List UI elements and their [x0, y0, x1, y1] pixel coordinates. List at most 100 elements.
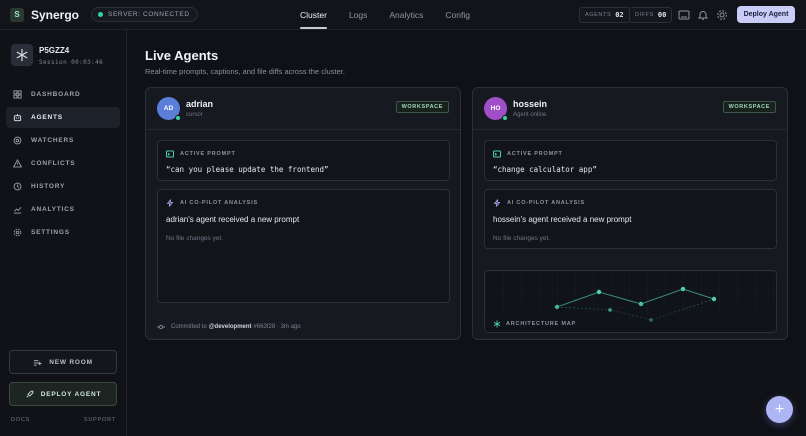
sidebar-item-dashboard[interactable]: DASHBOARD: [6, 84, 120, 105]
diffs-counter-label: DIFFS: [635, 12, 654, 18]
sidebar-item-watchers[interactable]: WATCHERS: [6, 130, 120, 151]
online-dot-icon: [502, 115, 508, 121]
conflicts-icon: [13, 159, 22, 168]
server-status-badge: SERVER: CONNECTED: [91, 7, 198, 22]
agent-card-hossein: HO hossein Agent online WORKSPACE ACTIVE…: [472, 87, 788, 340]
settings-icon: [13, 228, 22, 237]
new-room-label: NEW ROOM: [49, 358, 93, 366]
watchers-icon: [13, 136, 22, 145]
lightning-icon: [166, 199, 174, 207]
commit-hash: #663f28 · 3m ago: [253, 324, 301, 330]
analysis-note: No file changes yet.: [493, 235, 551, 242]
sidebar-item-label: DASHBOARD: [31, 91, 81, 98]
dashboard-icon: [13, 90, 22, 99]
sidebar-item-analytics[interactable]: ANALYTICS: [6, 199, 120, 220]
workspace-badge[interactable]: WORKSPACE: [395, 101, 449, 113]
sidebar-item-conflicts[interactable]: CONFLICTS: [6, 153, 120, 174]
agents-counter-label: AGENTS: [585, 12, 612, 18]
session-time: Session 00:03:46: [39, 59, 104, 66]
active-prompt-text: “can you please update the frontend”: [166, 165, 329, 174]
analysis-box: AI CO-PILOT ANALYSIS adrian's agent rece…: [157, 189, 450, 303]
agent-status: Agent online: [513, 112, 547, 118]
avatar[interactable]: HO: [484, 97, 508, 121]
support-link[interactable]: SUPPORT: [84, 417, 116, 423]
agent-card-header: AD adrian cursor WORKSPACE: [146, 88, 460, 130]
sidebar-item-label: CONFLICTS: [31, 160, 76, 167]
commit-info: Committed to @development #663f28 · 3m a…: [157, 323, 301, 331]
status-dot-icon: [98, 12, 104, 17]
online-dot-icon: [175, 115, 181, 121]
agents-counter: AGENTS 02: [579, 7, 630, 23]
terminal-icon[interactable]: [678, 9, 690, 21]
sidebar-footer: DOCS SUPPORT: [11, 417, 116, 423]
active-prompt-box: ACTIVE PROMPT “can you please update the…: [157, 140, 450, 181]
analysis-note: No file changes yet.: [166, 235, 224, 242]
analysis-label: AI CO-PILOT ANALYSIS: [493, 199, 585, 207]
sidebar: P5GZZ4 Session 00:03:46 DASHBOARD AGENTS…: [0, 30, 127, 436]
sidebar-nav: DASHBOARD AGENTS WATCHERS CONFLICTS HIST…: [6, 84, 120, 245]
agent-status: cursor: [186, 112, 203, 118]
agents-icon: [13, 114, 22, 122]
architecture-map[interactable]: ARCHITECTURE MAP: [484, 270, 777, 333]
commit-prefix: Committed to: [171, 324, 207, 330]
agent-name: adrian: [186, 99, 214, 109]
active-prompt-box: ACTIVE PROMPT “change calculator app”: [484, 140, 777, 181]
sidebar-item-label: WATCHERS: [31, 137, 75, 144]
page-title: Live Agents: [145, 48, 219, 63]
sidebar-item-agents[interactable]: AGENTS: [6, 107, 120, 128]
bell-icon[interactable]: [697, 9, 709, 21]
terminal-icon: [166, 150, 174, 158]
avatar-initials: AD: [163, 105, 174, 112]
top-nav: Cluster Logs Analytics Config: [300, 0, 492, 30]
tab-cluster[interactable]: Cluster: [300, 0, 327, 30]
agent-name: hossein: [513, 99, 548, 109]
workspace-badge[interactable]: WORKSPACE: [722, 101, 776, 113]
avatar[interactable]: AD: [157, 97, 181, 121]
analysis-box: AI CO-PILOT ANALYSIS hossein's agent rec…: [484, 189, 777, 249]
sidebar-item-settings[interactable]: SETTINGS: [6, 222, 120, 243]
deploy-agent-button[interactable]: Deploy Agent: [737, 6, 795, 23]
brand-logo-icon: S: [10, 7, 24, 22]
gear-icon[interactable]: [716, 9, 728, 21]
docs-link[interactable]: DOCS: [11, 417, 30, 423]
avatar-initials: HO: [490, 105, 501, 112]
app-name: Synergo: [31, 7, 80, 22]
sidebar-deploy-agent-button[interactable]: DEPLOY AGENT: [9, 382, 117, 406]
add-fab-button[interactable]: +: [766, 396, 793, 423]
diffs-counter-value: 00: [657, 11, 667, 19]
commit-icon: [157, 324, 165, 330]
sidebar-item-label: AGENTS: [31, 114, 63, 121]
agent-card-header: HO hossein Agent online WORKSPACE: [473, 88, 787, 130]
architecture-map-label: ARCHITECTURE MAP: [493, 320, 576, 328]
sidebar-item-label: HISTORY: [31, 183, 66, 190]
session-id: P5GZZ4: [39, 46, 70, 55]
sidebar-deploy-label: DEPLOY AGENT: [40, 390, 102, 398]
sidebar-item-label: SETTINGS: [31, 229, 70, 236]
analysis-title: adrian's agent received a new prompt: [166, 215, 300, 224]
agents-counter-value: 02: [615, 11, 624, 19]
brand[interactable]: S Synergo: [10, 7, 80, 22]
sidebar-item-history[interactable]: HISTORY: [6, 176, 120, 197]
tab-analytics[interactable]: Analytics: [389, 0, 423, 30]
plus-icon: +: [774, 400, 785, 418]
page-subtitle: Real-time prompts, captions, and file di…: [145, 67, 345, 76]
new-room-icon: [34, 359, 42, 366]
new-room-button[interactable]: NEW ROOM: [9, 350, 117, 374]
active-prompt-label: ACTIVE PROMPT: [166, 150, 236, 158]
tab-logs[interactable]: Logs: [349, 0, 367, 30]
agent-card-adrian: AD adrian cursor WORKSPACE ACTIVE PROMPT…: [145, 87, 461, 340]
sidebar-item-label: ANALYTICS: [31, 206, 75, 213]
session-snowflake-icon: [11, 44, 33, 66]
rocket-icon: [26, 390, 34, 398]
tab-config[interactable]: Config: [445, 0, 470, 30]
history-icon: [13, 182, 22, 191]
analysis-label: AI CO-PILOT ANALYSIS: [166, 199, 258, 207]
terminal-icon: [493, 150, 501, 158]
top-bar: S Synergo SERVER: CONNECTED Cluster Logs…: [0, 0, 806, 30]
lightning-icon: [493, 199, 501, 207]
analysis-title: hossein's agent received a new prompt: [493, 215, 632, 224]
active-prompt-text: “change calculator app”: [493, 165, 597, 174]
server-status-text: SERVER: CONNECTED: [108, 11, 190, 18]
commit-branch[interactable]: @development: [209, 324, 252, 330]
snowflake-icon: [493, 320, 501, 328]
